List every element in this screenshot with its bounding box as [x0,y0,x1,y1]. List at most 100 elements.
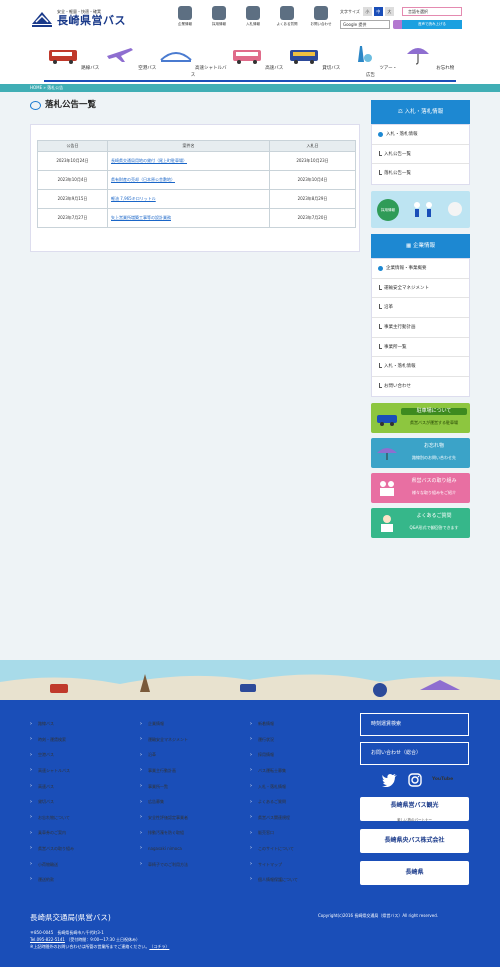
footer-link[interactable]: よくあるご質問 [250,794,360,810]
kenou-bus-banner[interactable]: 長崎県央バス株式会社 [360,829,469,853]
timetable-search-button[interactable]: 時刻運賃検索 [360,713,469,736]
side-item-bid-notice[interactable]: 入札公告一覧 [372,145,469,165]
footer-link[interactable]: 広告募集 [140,794,250,810]
footer-link[interactable]: 県営バス関連規程 [250,810,360,826]
util-contact[interactable]: お問い合わせ [304,6,338,27]
note-link[interactable]: （コチラ） [149,944,169,949]
phone-link[interactable]: Tel.095-822-5141 [30,937,65,942]
footer-link[interactable]: バス運転士募集 [250,763,360,779]
side-item-offices[interactable]: 事業所一覧 [372,338,469,358]
footer-link[interactable]: 乗車券のご案内 [30,825,140,841]
search-input[interactable]: Google 提供 [340,20,390,29]
util-bid[interactable]: 入札情報 [236,6,270,27]
side-item-company[interactable]: 企業情報・事業概要 [372,259,469,279]
hours-text: （受付時間：9:00～17:30 土日祝休み） [66,937,141,942]
col-header-bid: 入札日 [269,140,356,152]
footer-link[interactable]: 高速シャトルバス [30,763,140,779]
nav-charter-bus[interactable]: 貸切バス [285,38,342,82]
award-link[interactable]: 矢上営業所増築工事等の設計業務 [111,215,171,220]
recruit-banner[interactable]: 採用情報 [371,191,470,228]
site-logo[interactable]: 安全・軽量・快適・確実 長崎県営バス [30,8,126,30]
nav-label: 空港バス [138,66,157,71]
footer-link[interactable]: 運行状況 [250,732,360,748]
award-link[interactable]: 長崎県交通局用地の貸付（尾上町駐車場） [111,158,187,163]
building-icon: ▦ [406,243,413,249]
footer-link[interactable]: 小荷物輸送 [30,856,140,872]
speech-bubble-icon [30,101,41,111]
car-icon [377,415,397,426]
nav-shuttle-bus[interactable]: 高速シャトルバス [158,38,228,82]
footer-link[interactable]: 排動汚濁を防ぐ取組 [140,825,250,841]
font-size-medium-button[interactable]: 中 [373,7,383,16]
footer-link[interactable]: 路線バス [30,716,140,732]
banner-title: よくあるご質問 [416,513,452,519]
award-link[interactable]: 軽油 7,965キロリットル [111,196,156,201]
font-size-large-button[interactable]: 大 [384,7,394,16]
nav-label: 高速バス [265,66,284,71]
language-select[interactable]: 言語を選択 [402,7,462,16]
twitter-icon[interactable] [382,773,398,787]
footer-link[interactable]: 事業主行動計画 [140,763,250,779]
util-company[interactable]: 企業情報 [168,6,202,27]
airplane-icon [106,48,133,62]
side-company-menu: 企業情報・事業概要 運輸安全マネジメント 沿革 事業主行動計画 事業所一覧 入札… [371,258,470,397]
footer-link[interactable]: 県営バスの取り組み [30,841,140,857]
nav-route-bus[interactable]: 路線バス [44,38,101,82]
footer-link[interactable]: 時刻・運賃検索 [30,732,140,748]
util-label: 企業情報 [178,22,192,26]
cell-date: 2023年10月4日 [37,170,108,190]
footer-link[interactable]: 企業情報 [140,716,250,732]
footer-link[interactable]: 貸切バス [30,794,140,810]
footer-link[interactable]: 個人情報保護について [250,872,360,888]
footer-link[interactable]: お忘れ物について [30,810,140,826]
banner-subtitle: Q&A形式で御回答できます [409,525,459,530]
util-recruit[interactable]: 採用情報 [202,6,236,27]
contact-button[interactable]: お問い合わせ（総合） [360,742,469,765]
footer-link[interactable]: 安全性評価認定事業者 [140,810,250,826]
nav-tour[interactable]: ツアー・広告 [342,38,399,82]
banner-title: 駐車場について [401,408,467,415]
footer-link[interactable]: 新着情報 [250,716,360,732]
footer-link[interactable]: 販売窓口 [250,825,360,841]
font-size-small-button[interactable]: 小 [362,7,372,16]
footer-link[interactable]: 車椅子でのご利用方法 [140,856,250,872]
util-faq[interactable]: よくある質問 [270,6,304,27]
lost-items-banner[interactable]: お忘れ物 路線別のお問い合わせ先 [371,438,470,468]
footer-link[interactable]: 運送約款 [30,872,140,888]
nagasaki-pref-banner[interactable]: 長崎県 [360,861,469,885]
footer-link[interactable]: サイトマップ [250,856,360,872]
side-item-bid-info[interactable]: 入札・落札情報 [372,125,469,145]
banner-subtitle: 県営バスが運営する駐車場 [410,420,458,425]
award-table: 公告日 案件名 入札日 2023年10月24日 長崎県交通局用地の貸付（尾上町駐… [37,140,356,228]
people-illustration-icon [414,202,462,217]
footer-link[interactable]: 入札・落札情報 [250,778,360,794]
footer-link[interactable]: nagasaki nimoca [140,841,250,857]
parking-banner[interactable]: 駐車場について 県営バスが運営する駐車場 [371,403,470,433]
nav-label: ツアー・広告 [366,66,398,78]
footer-link[interactable]: 採用情報 [250,747,360,763]
footer-link[interactable]: 運輸安全マネジメント [140,732,250,748]
side-item-award-notice[interactable]: 落札公告一覧 [372,164,469,184]
nav-lost-items[interactable]: お忘れ物 [399,38,456,82]
footer-link[interactable]: 高速バス [30,778,140,794]
award-link[interactable]: 県有財産の売却（日本原公舎敷地） [111,177,175,182]
footer-link[interactable]: 空港バス [30,747,140,763]
kanko-bus-banner[interactable]: 長崎県営バス観光 楽しい旅のパートナー [360,797,469,822]
instagram-icon[interactable] [408,773,422,787]
side-item-contact[interactable]: お問い合わせ [372,377,469,397]
nav-highway-bus[interactable]: 高速バス [228,38,285,82]
side-item-history[interactable]: 沿革 [372,298,469,319]
faq-banner[interactable]: よくあるご質問 Q&A形式で御回答できます [371,508,470,538]
col-header-name: 案件名 [107,140,270,152]
breadcrumb-home[interactable]: HOME [30,85,42,90]
side-item-action-plan[interactable]: 事業主行動計画 [372,318,469,338]
nav-airport-bus[interactable]: 空港バス [101,38,158,82]
side-item-safety[interactable]: 運輸安全マネジメント [372,279,469,299]
footer-link[interactable]: 沿革 [140,747,250,763]
footer-link[interactable]: このサイトについて [250,841,360,857]
initiatives-banner[interactable]: 県営バスの取り組み 様々な取り組みをご紹介 [371,473,470,503]
youtube-icon[interactable]: YouTube [432,777,453,783]
voice-readout-button[interactable]: 音声で読み上げる [402,20,462,29]
footer-link[interactable]: 事業所一覧 [140,778,250,794]
side-item-bid[interactable]: 入札・落札情報 [372,357,469,378]
